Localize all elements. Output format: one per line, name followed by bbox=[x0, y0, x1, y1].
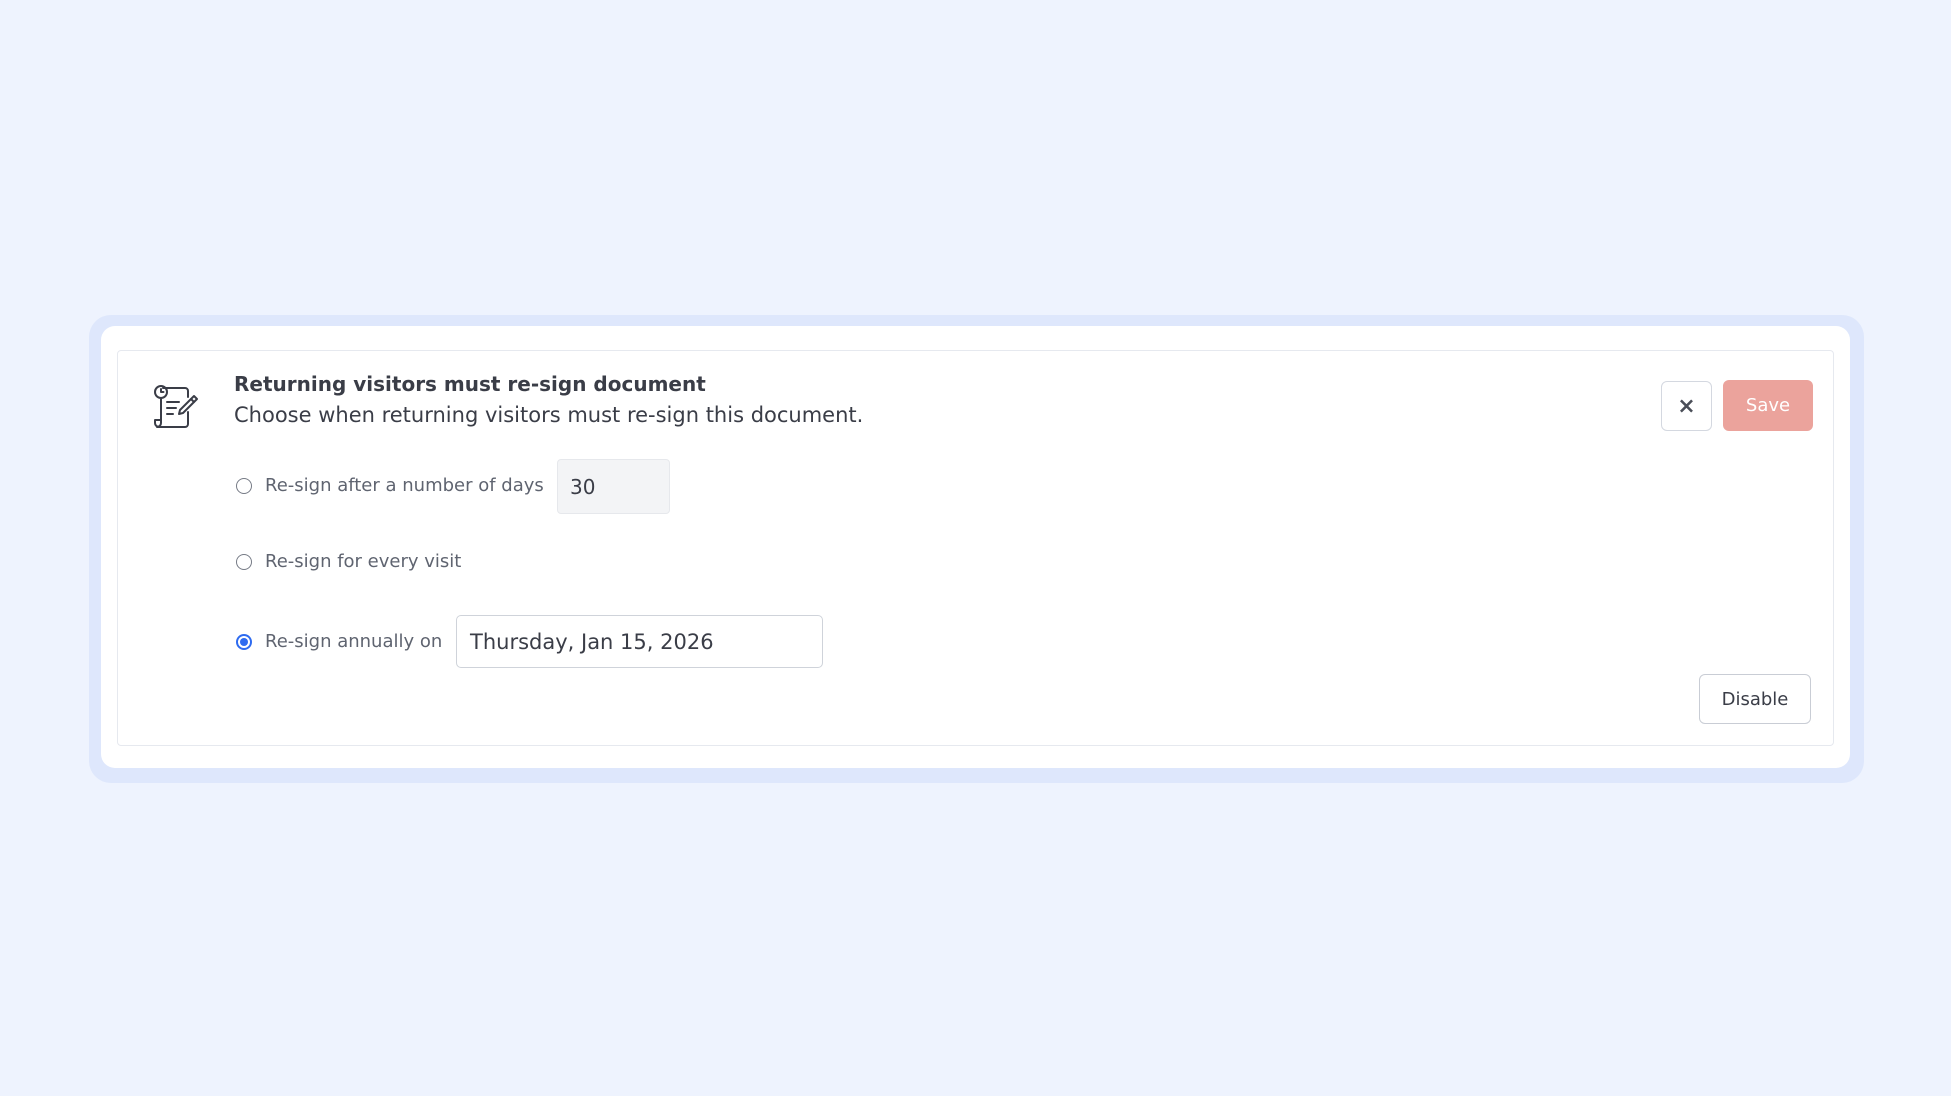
annual-date-input[interactable]: Thursday, Jan 15, 2026 bbox=[456, 615, 823, 668]
option-label-annually: Re-sign annually on bbox=[265, 631, 443, 652]
option-label-after-days: Re-sign after a number of days bbox=[265, 475, 544, 496]
card-subtitle: Choose when returning visitors must re-s… bbox=[234, 403, 864, 427]
days-input[interactable]: 30 bbox=[557, 459, 670, 514]
document-sign-icon bbox=[149, 380, 201, 432]
option-label-every-visit: Re-sign for every visit bbox=[265, 551, 462, 572]
close-icon: × bbox=[1677, 393, 1696, 419]
radio-resign-every-visit[interactable] bbox=[236, 554, 252, 570]
close-button[interactable]: × bbox=[1661, 381, 1712, 431]
radio-resign-after-days[interactable] bbox=[236, 478, 252, 494]
save-button[interactable]: Save bbox=[1723, 380, 1813, 431]
card-title: Returning visitors must re-sign document bbox=[234, 372, 706, 396]
disable-button[interactable]: Disable bbox=[1699, 674, 1811, 724]
radio-resign-annually[interactable] bbox=[236, 634, 252, 650]
